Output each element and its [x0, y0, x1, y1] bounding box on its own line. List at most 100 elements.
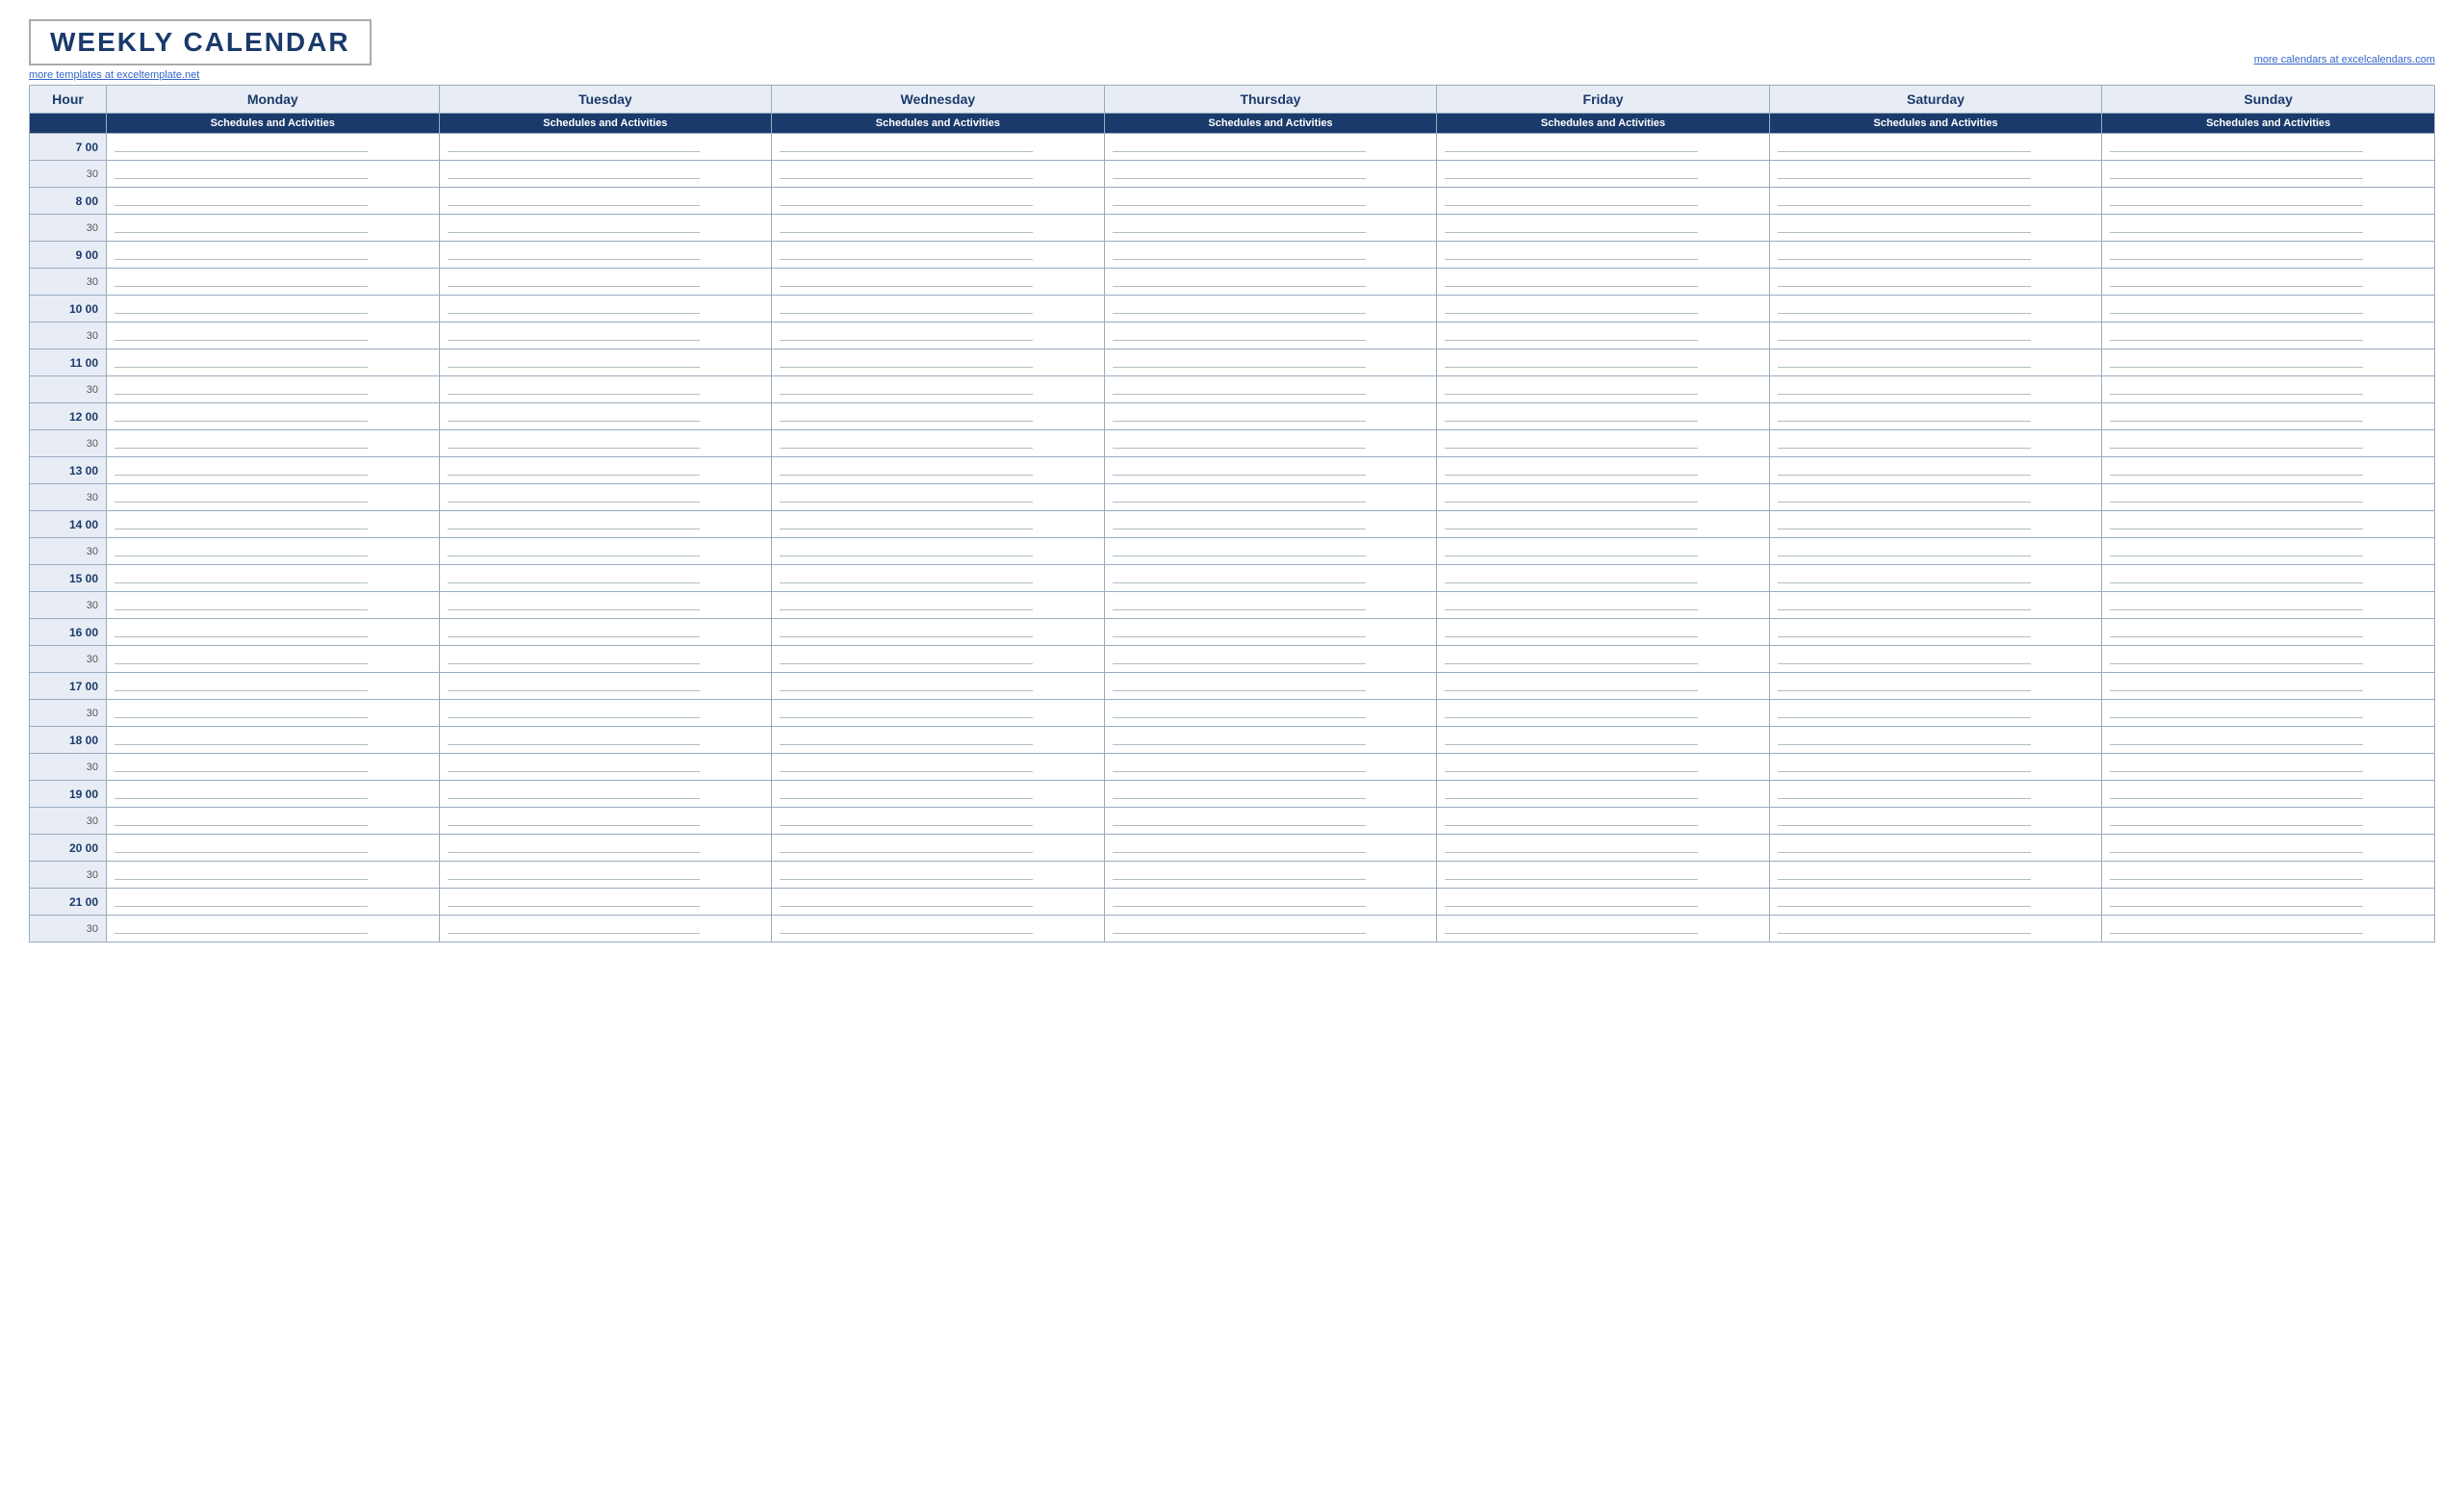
schedule-cell-hour-11-day-6[interactable]: [2102, 727, 2435, 754]
schedule-cell-hour-0-day-5[interactable]: [1769, 134, 2102, 161]
schedule-cell-half-12-day-4[interactable]: [1437, 808, 1770, 835]
schedule-cell-half-6-day-6[interactable]: [2102, 484, 2435, 511]
schedule-cell-hour-4-day-3[interactable]: [1104, 349, 1437, 376]
schedule-cell-half-2-day-0[interactable]: [107, 269, 440, 296]
schedule-cell-half-2-day-5[interactable]: [1769, 269, 2102, 296]
schedule-cell-half-13-day-6[interactable]: [2102, 862, 2435, 889]
schedule-cell-hour-13-day-6[interactable]: [2102, 835, 2435, 862]
schedule-cell-hour-7-day-5[interactable]: [1769, 511, 2102, 538]
schedule-cell-hour-2-day-4[interactable]: [1437, 242, 1770, 269]
schedule-cell-hour-8-day-6[interactable]: [2102, 565, 2435, 592]
schedule-cell-half-3-day-5[interactable]: [1769, 323, 2102, 349]
schedule-cell-half-10-day-0[interactable]: [107, 700, 440, 727]
schedule-cell-half-14-day-0[interactable]: [107, 916, 440, 943]
schedule-cell-hour-1-day-5[interactable]: [1769, 188, 2102, 215]
schedule-cell-hour-6-day-1[interactable]: [439, 457, 772, 484]
schedule-cell-hour-10-day-3[interactable]: [1104, 673, 1437, 700]
schedule-cell-hour-6-day-3[interactable]: [1104, 457, 1437, 484]
schedule-cell-half-11-day-5[interactable]: [1769, 754, 2102, 781]
schedule-cell-hour-5-day-4[interactable]: [1437, 403, 1770, 430]
schedule-cell-half-13-day-1[interactable]: [439, 862, 772, 889]
schedule-cell-hour-13-day-0[interactable]: [107, 835, 440, 862]
schedule-cell-hour-14-day-2[interactable]: [772, 889, 1105, 916]
schedule-cell-half-3-day-3[interactable]: [1104, 323, 1437, 349]
schedule-cell-hour-14-day-3[interactable]: [1104, 889, 1437, 916]
schedule-cell-half-8-day-6[interactable]: [2102, 592, 2435, 619]
schedule-cell-hour-10-day-5[interactable]: [1769, 673, 2102, 700]
schedule-cell-half-7-day-5[interactable]: [1769, 538, 2102, 565]
schedule-cell-half-14-day-1[interactable]: [439, 916, 772, 943]
schedule-cell-hour-13-day-2[interactable]: [772, 835, 1105, 862]
schedule-cell-hour-14-day-1[interactable]: [439, 889, 772, 916]
link-right[interactable]: more calendars at excelcalendars.com: [2254, 54, 2435, 65]
schedule-cell-half-12-day-1[interactable]: [439, 808, 772, 835]
schedule-cell-hour-2-day-5[interactable]: [1769, 242, 2102, 269]
schedule-cell-half-10-day-4[interactable]: [1437, 700, 1770, 727]
schedule-cell-half-13-day-0[interactable]: [107, 862, 440, 889]
schedule-cell-half-0-day-6[interactable]: [2102, 161, 2435, 188]
schedule-cell-half-6-day-5[interactable]: [1769, 484, 2102, 511]
schedule-cell-hour-12-day-0[interactable]: [107, 781, 440, 808]
schedule-cell-hour-9-day-0[interactable]: [107, 619, 440, 646]
schedule-cell-hour-0-day-6[interactable]: [2102, 134, 2435, 161]
schedule-cell-hour-11-day-3[interactable]: [1104, 727, 1437, 754]
schedule-cell-half-9-day-6[interactable]: [2102, 646, 2435, 673]
schedule-cell-half-5-day-3[interactable]: [1104, 430, 1437, 457]
schedule-cell-half-5-day-5[interactable]: [1769, 430, 2102, 457]
schedule-cell-half-4-day-5[interactable]: [1769, 376, 2102, 403]
schedule-cell-half-6-day-2[interactable]: [772, 484, 1105, 511]
schedule-cell-hour-14-day-4[interactable]: [1437, 889, 1770, 916]
schedule-cell-half-0-day-2[interactable]: [772, 161, 1105, 188]
schedule-cell-hour-0-day-0[interactable]: [107, 134, 440, 161]
schedule-cell-hour-11-day-5[interactable]: [1769, 727, 2102, 754]
schedule-cell-hour-8-day-3[interactable]: [1104, 565, 1437, 592]
schedule-cell-hour-2-day-0[interactable]: [107, 242, 440, 269]
schedule-cell-half-10-day-1[interactable]: [439, 700, 772, 727]
schedule-cell-half-1-day-6[interactable]: [2102, 215, 2435, 242]
schedule-cell-half-3-day-4[interactable]: [1437, 323, 1770, 349]
schedule-cell-hour-8-day-2[interactable]: [772, 565, 1105, 592]
schedule-cell-half-2-day-6[interactable]: [2102, 269, 2435, 296]
schedule-cell-hour-11-day-1[interactable]: [439, 727, 772, 754]
schedule-cell-hour-8-day-4[interactable]: [1437, 565, 1770, 592]
schedule-cell-half-11-day-6[interactable]: [2102, 754, 2435, 781]
schedule-cell-hour-6-day-6[interactable]: [2102, 457, 2435, 484]
schedule-cell-half-4-day-0[interactable]: [107, 376, 440, 403]
schedule-cell-half-4-day-6[interactable]: [2102, 376, 2435, 403]
schedule-cell-half-3-day-1[interactable]: [439, 323, 772, 349]
schedule-cell-hour-0-day-4[interactable]: [1437, 134, 1770, 161]
schedule-cell-half-14-day-3[interactable]: [1104, 916, 1437, 943]
schedule-cell-half-0-day-5[interactable]: [1769, 161, 2102, 188]
schedule-cell-hour-4-day-5[interactable]: [1769, 349, 2102, 376]
schedule-cell-hour-4-day-4[interactable]: [1437, 349, 1770, 376]
schedule-cell-hour-3-day-1[interactable]: [439, 296, 772, 323]
schedule-cell-hour-7-day-0[interactable]: [107, 511, 440, 538]
schedule-cell-hour-13-day-1[interactable]: [439, 835, 772, 862]
schedule-cell-hour-1-day-1[interactable]: [439, 188, 772, 215]
schedule-cell-half-3-day-2[interactable]: [772, 323, 1105, 349]
schedule-cell-hour-3-day-0[interactable]: [107, 296, 440, 323]
schedule-cell-half-4-day-1[interactable]: [439, 376, 772, 403]
schedule-cell-hour-11-day-0[interactable]: [107, 727, 440, 754]
schedule-cell-hour-6-day-2[interactable]: [772, 457, 1105, 484]
schedule-cell-hour-1-day-0[interactable]: [107, 188, 440, 215]
schedule-cell-hour-1-day-4[interactable]: [1437, 188, 1770, 215]
schedule-cell-half-11-day-3[interactable]: [1104, 754, 1437, 781]
schedule-cell-half-12-day-2[interactable]: [772, 808, 1105, 835]
schedule-cell-hour-12-day-1[interactable]: [439, 781, 772, 808]
schedule-cell-hour-14-day-0[interactable]: [107, 889, 440, 916]
schedule-cell-half-11-day-1[interactable]: [439, 754, 772, 781]
schedule-cell-hour-9-day-2[interactable]: [772, 619, 1105, 646]
schedule-cell-half-9-day-2[interactable]: [772, 646, 1105, 673]
schedule-cell-half-8-day-3[interactable]: [1104, 592, 1437, 619]
schedule-cell-hour-2-day-3[interactable]: [1104, 242, 1437, 269]
schedule-cell-half-13-day-4[interactable]: [1437, 862, 1770, 889]
schedule-cell-half-2-day-1[interactable]: [439, 269, 772, 296]
schedule-cell-half-9-day-5[interactable]: [1769, 646, 2102, 673]
schedule-cell-half-11-day-0[interactable]: [107, 754, 440, 781]
schedule-cell-hour-2-day-2[interactable]: [772, 242, 1105, 269]
schedule-cell-half-11-day-2[interactable]: [772, 754, 1105, 781]
schedule-cell-half-7-day-6[interactable]: [2102, 538, 2435, 565]
schedule-cell-hour-7-day-4[interactable]: [1437, 511, 1770, 538]
schedule-cell-hour-6-day-0[interactable]: [107, 457, 440, 484]
